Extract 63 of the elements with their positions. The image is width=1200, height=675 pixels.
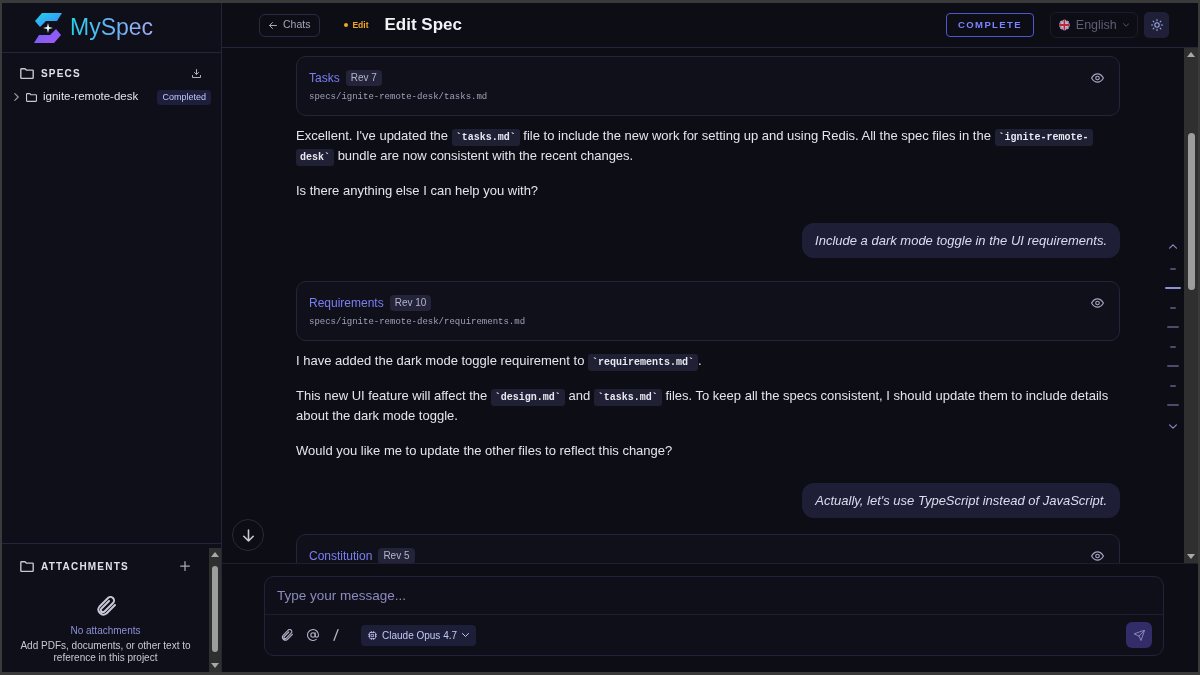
slash-icon[interactable] (333, 629, 339, 641)
message-text: This new UI feature will affect the `design.md` and `tasks.md` files. To keep all the specs consistent, I should update them to include details about the dark mode toggle. (296, 387, 1110, 425)
status-dot-icon (344, 23, 349, 27)
theme-toggle-button[interactable] (1144, 12, 1169, 38)
chevron-down-icon (1122, 23, 1129, 27)
triangle-up-icon[interactable] (1187, 52, 1195, 57)
at-sign-icon[interactable] (307, 629, 319, 641)
scrollbar-thumb[interactable] (212, 566, 218, 652)
plus-icon[interactable] (180, 561, 190, 571)
message-composer[interactable]: Type your message... Claude Opus 4.7 (264, 576, 1164, 656)
spec-folder-name[interactable]: ignite-remote-desk (43, 88, 139, 106)
eye-icon[interactable] (1091, 73, 1104, 83)
sun-icon (1150, 19, 1163, 31)
file-path: specs/ignite-remote-desk/tasks.md (309, 91, 489, 103)
file-path: specs/ignite-remote-desk/requirements.md (309, 316, 527, 328)
send-icon (1133, 629, 1145, 641)
spec-title-link[interactable]: Constitution (309, 547, 373, 563)
message-input[interactable]: Type your message... (265, 577, 1163, 615)
folder-icon (26, 92, 37, 102)
page-title: Edit Spec (384, 14, 462, 36)
scroll-down-button[interactable] (232, 519, 264, 551)
scrollbar[interactable] (209, 548, 221, 672)
paperclip-icon[interactable] (281, 629, 293, 641)
triangle-down-icon[interactable] (211, 663, 219, 668)
scrollbar[interactable] (1184, 48, 1198, 563)
message-text: I have added the dark mode toggle requirement to `requirements.md` . (296, 351, 1120, 371)
folder-icon (20, 67, 34, 79)
triangle-up-icon[interactable] (211, 552, 219, 557)
revision-badge: Rev 5 (378, 548, 415, 563)
arrow-left-icon (269, 21, 277, 29)
empty-state-text: Add PDFs, documents, or other text to reference in this project (19, 640, 192, 664)
section-title: SPECS (41, 66, 81, 81)
flag-icon (1059, 18, 1070, 32)
user-message: Include a dark mode toggle in the UI requirements. (802, 223, 1120, 258)
section-title: ATTACHMENTS (41, 559, 129, 574)
paperclip-icon (95, 596, 116, 616)
chevron-up-icon[interactable] (1169, 244, 1177, 249)
chevron-down-icon (462, 633, 470, 637)
folder-icon (20, 560, 34, 572)
logo-icon (34, 12, 62, 43)
spec-title-link[interactable]: Tasks (309, 69, 340, 87)
complete-button[interactable]: COMPLETE (946, 13, 1034, 37)
revision-badge: Rev 10 (389, 295, 432, 311)
language-dropdown[interactable]: English (1050, 12, 1138, 38)
triangle-down-icon[interactable] (1187, 554, 1195, 559)
empty-state-title: No attachments (69, 624, 142, 637)
revision-badge: Rev 7 (345, 70, 382, 86)
status-badge: Completed (157, 89, 211, 105)
eye-icon[interactable] (1091, 551, 1104, 561)
spec-title-link[interactable]: Requirements (309, 294, 384, 312)
chevron-right-icon[interactable] (14, 93, 19, 101)
chevron-down-icon[interactable] (1169, 423, 1177, 429)
arrow-down-icon (242, 528, 254, 542)
back-button[interactable]: Chats (259, 13, 321, 37)
scrollbar-thumb[interactable] (1187, 133, 1195, 290)
mode-label: Edit (352, 18, 369, 32)
chip-icon (368, 630, 377, 640)
message-text: Is there anything else I can help you with? (296, 182, 540, 200)
message-text: Would you like me to update the other files to reflect this change? (296, 442, 674, 460)
user-message: Actually, let's use TypeScript instead of JavaScript. (802, 483, 1120, 518)
eye-icon[interactable] (1091, 298, 1104, 308)
download-icon[interactable] (192, 68, 201, 78)
model-selector[interactable]: Claude Opus 4.7 (361, 624, 477, 646)
